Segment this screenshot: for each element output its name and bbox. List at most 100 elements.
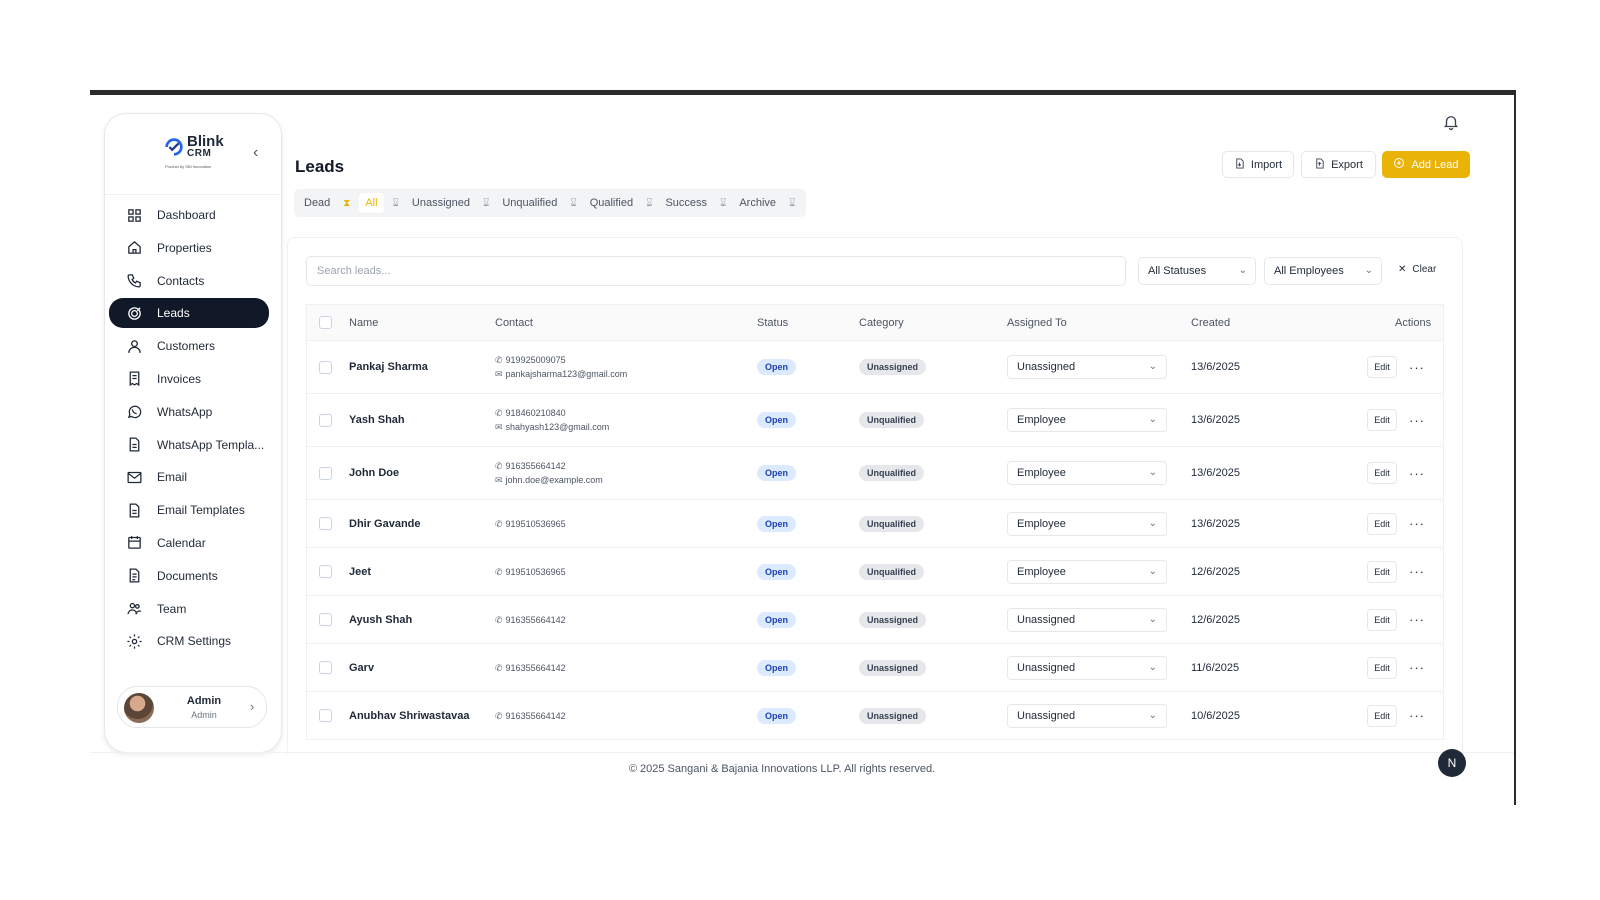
tab-unassigned[interactable]: Unassigned [408, 193, 474, 213]
row-checkbox[interactable] [319, 709, 332, 722]
assigned-to-select[interactable]: Employee ⌄ [1007, 511, 1167, 536]
row-checkbox[interactable] [319, 565, 332, 578]
sidebar-item-email[interactable]: Email [109, 462, 269, 492]
email-value: shahyash123@gmail.com [505, 422, 610, 432]
export-label: Export [1331, 158, 1363, 171]
sidebar-item-label: Properties [157, 240, 212, 255]
sidebar-item-properties[interactable]: Properties [109, 233, 269, 263]
leads-panel: All Statuses ⌄ All Employees ⌄ ✕ Clear N… [287, 237, 1463, 755]
sidebar-item-whatsapp-templa[interactable]: WhatsApp Templa... [109, 430, 269, 460]
table-row[interactable]: Anubhav Shriwastavaa ✆ 916355664142 Open Una… [307, 692, 1443, 740]
table-row[interactable]: Yash Shah ✆ 918460210840 ✉ shahyash123@gmail… [307, 394, 1443, 447]
sidebar-item-leads[interactable]: Leads [109, 298, 269, 329]
help-badge[interactable]: N [1438, 749, 1466, 777]
col-category: Category [859, 316, 904, 329]
export-button[interactable]: Export [1301, 151, 1376, 178]
hourglass-icon[interactable]: ⌛︎ [478, 198, 494, 209]
hourglass-icon[interactable]: ⌛︎ [784, 198, 800, 209]
home-icon [125, 239, 143, 257]
table-row[interactable]: Jeet ✆ 919510536965 Open Unqualified Employee… [307, 548, 1443, 596]
assigned-to-select[interactable]: Unassigned ⌄ [1007, 703, 1167, 728]
sidebar-item-crm-settings[interactable]: CRM Settings [109, 626, 269, 656]
lead-name: Yash Shah [349, 414, 405, 426]
table-header: Name Contact Status Category Assigned To… [307, 305, 1443, 341]
employee-filter-select[interactable]: All Employees ⌄ [1264, 257, 1382, 285]
sidebar-item-documents[interactable]: Documents [109, 561, 269, 591]
sidebar-item-team[interactable]: Team [109, 594, 269, 624]
hourglass-icon[interactable]: ⌛︎ [641, 198, 657, 209]
tab-success[interactable]: Success [661, 193, 711, 213]
sidebar-item-customers[interactable]: Customers [109, 331, 269, 361]
search-input[interactable] [306, 256, 1126, 286]
table-row[interactable]: Garv ✆ 916355664142 Open Unassigned Unassigne… [307, 644, 1443, 692]
assigned-to-select[interactable]: Employee ⌄ [1007, 559, 1167, 584]
bell-icon[interactable] [1442, 113, 1462, 133]
table-row[interactable]: Dhir Gavande ✆ 919510536965 Open Unqualified… [307, 500, 1443, 548]
hourglass-icon[interactable]: ⌛︎ [388, 198, 404, 209]
edit-button[interactable]: Edit [1367, 462, 1397, 484]
edit-button[interactable]: Edit [1367, 409, 1397, 431]
table-row[interactable]: Pankaj Sharma ✆ 919925009075 ✉ pankajsharma1… [307, 341, 1443, 394]
sidebar-item-calendar[interactable]: Calendar [109, 528, 269, 558]
hourglass-icon[interactable]: ⧗ [338, 198, 355, 209]
more-options-icon[interactable]: ··· [1409, 466, 1425, 481]
row-checkbox[interactable] [319, 613, 332, 626]
brand-logo[interactable]: Blink CRM Product by SBI Innovation [163, 132, 233, 172]
more-options-icon[interactable]: ··· [1409, 360, 1425, 375]
chevron-down-icon: ⌄ [1148, 709, 1157, 721]
sidebar-item-email-templates[interactable]: Email Templates [109, 495, 269, 525]
tab-qualified[interactable]: Qualified [586, 193, 637, 213]
assigned-value: Employee [1017, 414, 1066, 426]
sidebar-item-contacts[interactable]: Contacts [109, 266, 269, 296]
assigned-to-select[interactable]: Unassigned ⌄ [1007, 655, 1167, 680]
chevron-down-icon: ⌄ [1238, 265, 1247, 276]
close-icon: ✕ [1398, 264, 1407, 275]
lead-name: Garv [349, 661, 375, 674]
edit-button[interactable]: Edit [1367, 656, 1397, 679]
table-row[interactable]: John Doe ✆ 916355664142 ✉ john.doe@example.c… [307, 447, 1443, 500]
assigned-value: Employee [1017, 565, 1066, 578]
sidebar-item-whatsapp[interactable]: WhatsApp [109, 397, 269, 427]
add-lead-button[interactable]: Add Lead [1382, 151, 1470, 178]
more-options-icon[interactable]: ··· [1409, 564, 1425, 579]
hourglass-icon[interactable]: ⌛︎ [565, 198, 581, 209]
more-options-icon[interactable]: ··· [1409, 612, 1425, 627]
assigned-to-select[interactable]: Unassigned ⌄ [1007, 355, 1167, 379]
import-button[interactable]: Import [1222, 151, 1294, 178]
edit-button[interactable]: Edit [1367, 608, 1397, 631]
more-options-icon[interactable]: ··· [1409, 413, 1425, 428]
assigned-to-select[interactable]: Unassigned ⌄ [1007, 607, 1167, 632]
more-options-icon[interactable]: ··· [1409, 660, 1425, 675]
row-checkbox[interactable] [319, 517, 332, 530]
table-row[interactable]: Ayush Shah ✆ 916355664142 Open Unassigned Una… [307, 596, 1443, 644]
edit-button[interactable]: Edit [1367, 512, 1397, 535]
sidebar-item-dashboard[interactable]: Dashboard [109, 200, 269, 230]
row-checkbox[interactable] [319, 360, 332, 374]
edit-button[interactable]: Edit [1367, 704, 1397, 727]
sidebar-item-invoices[interactable]: Invoices [109, 364, 269, 394]
tab-dead[interactable]: Dead [300, 193, 334, 213]
edit-button[interactable]: Edit [1367, 356, 1397, 378]
row-checkbox[interactable] [319, 413, 332, 427]
sidebar-item-label: Dashboard [157, 208, 216, 222]
row-checkbox[interactable] [319, 466, 332, 480]
tab-archive[interactable]: Archive [735, 193, 780, 213]
hourglass-icon[interactable]: ⌛︎ [715, 198, 731, 209]
user-profile[interactable]: Admin Admin › [117, 686, 267, 728]
more-options-icon[interactable]: ··· [1409, 516, 1425, 531]
clear-filters-button[interactable]: ✕ Clear [1398, 264, 1436, 275]
edit-button[interactable]: Edit [1367, 560, 1397, 583]
created-date: 13/6/2025 [1191, 467, 1240, 479]
assigned-to-select[interactable]: Employee ⌄ [1007, 408, 1167, 432]
collapse-sidebar-icon[interactable]: ‹ [253, 144, 258, 162]
assigned-cell: Unassigned ⌄ [1007, 655, 1167, 680]
status-badge: Open [757, 707, 797, 724]
status-cell: Open [757, 611, 797, 628]
tab-unqualified[interactable]: Unqualified [498, 193, 561, 213]
tab-all[interactable]: All [359, 193, 384, 213]
row-checkbox[interactable] [319, 661, 332, 674]
select-all-checkbox[interactable] [319, 316, 332, 329]
assigned-to-select[interactable]: Employee ⌄ [1007, 461, 1167, 485]
more-options-icon[interactable]: ··· [1409, 708, 1425, 723]
status-filter-select[interactable]: All Statuses ⌄ [1138, 257, 1256, 285]
